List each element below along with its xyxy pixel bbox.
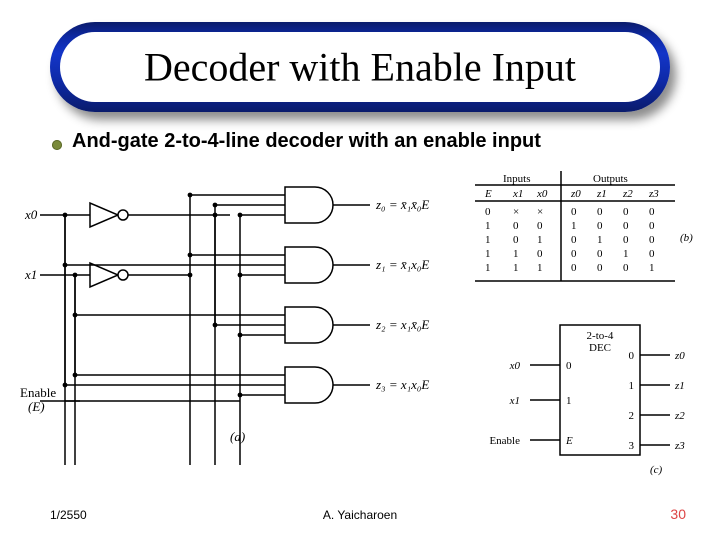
and-gate-icon [73, 307, 370, 343]
svg-text:×: × [513, 206, 519, 218]
svg-text:0: 0 [513, 234, 519, 246]
title-banner: Decoder with Enable Input [50, 22, 670, 112]
svg-text:1: 1 [513, 248, 519, 260]
svg-text:0: 0 [571, 248, 577, 260]
svg-text:0: 0 [649, 248, 655, 260]
svg-text:0: 0 [649, 220, 655, 232]
table-rows: 0 × × 0 0 0 0 1 0 0 1 0 0 0 1 0 1 0 1 0 0 1 1 0 0 0 1 0 1 1 1 0 0 0 1 [485, 206, 655, 274]
svg-text:1: 1 [597, 234, 603, 246]
port-label: x0 [509, 360, 521, 372]
footer-date: 1/2550 [50, 508, 87, 522]
port-index: 1 [566, 395, 572, 407]
and-gate-icon [63, 367, 370, 403]
svg-text:1: 1 [485, 234, 491, 246]
input-label-x1: x1 [24, 267, 37, 282]
svg-text:1: 1 [649, 262, 655, 274]
footer-page-number: 30 [670, 506, 686, 522]
port-index: 1 [629, 380, 635, 392]
truth-table: Inputs Outputs E x1 x0 z0 z1 z2 z3 0××00… [475, 171, 693, 281]
svg-text:0: 0 [537, 220, 543, 232]
block-title-line1: 2-to-4 [587, 330, 614, 342]
bullet-icon [52, 140, 62, 150]
table-header-outputs: Outputs [593, 173, 628, 185]
output-expr-z2: z₂ = x₁x̄₀E [375, 317, 429, 332]
svg-text:0: 0 [571, 234, 577, 246]
svg-text:0: 0 [571, 206, 577, 218]
svg-text:0: 0 [623, 234, 629, 246]
svg-text:1: 1 [485, 262, 491, 274]
output-expr-z3: z₃ = x₁x₀E [375, 377, 429, 392]
svg-text:×: × [537, 206, 543, 218]
slide-subtitle: And-gate 2-to-4-line decoder with an ena… [72, 130, 541, 153]
output-expr-z1: z₁ = x̄₁x₀E [375, 257, 429, 272]
svg-text:0: 0 [649, 206, 655, 218]
port-label: z0 [674, 350, 685, 362]
th: z2 [622, 188, 633, 200]
port-label: z3 [674, 440, 685, 452]
port-index: E [565, 435, 573, 447]
not-bubble-icon [118, 210, 128, 220]
not-gate-icon [90, 203, 118, 227]
footer-author: A. Yaicharoen [323, 508, 397, 522]
output-expr-z0: z₀ = x̄₁x̄₀E [375, 197, 429, 212]
svg-text:0: 0 [513, 220, 519, 232]
svg-text:0: 0 [649, 234, 655, 246]
svg-text:1: 1 [537, 262, 543, 274]
svg-text:0: 0 [485, 206, 491, 218]
svg-text:0: 0 [623, 206, 629, 218]
svg-text:0: 0 [597, 262, 603, 274]
port-index: 2 [629, 410, 635, 422]
diagram-figure: x0 x1 Enable (E) [20, 165, 700, 495]
svg-text:0: 0 [623, 220, 629, 232]
part-label-b: (b) [680, 232, 693, 244]
slide-title: Decoder with Enable Input [50, 44, 670, 91]
part-label-c: (c) [650, 464, 663, 476]
port-label: z2 [674, 410, 685, 422]
table-header-inputs: Inputs [503, 173, 531, 185]
th: x0 [536, 188, 548, 200]
svg-text:0: 0 [597, 220, 603, 232]
circuit-diagram: x0 x1 Enable (E) [20, 187, 429, 465]
part-label-a: (a) [230, 429, 245, 444]
not-gate-icon [90, 263, 118, 287]
svg-text:0: 0 [623, 262, 629, 274]
svg-text:1: 1 [537, 234, 543, 246]
th: E [484, 188, 492, 200]
svg-text:1: 1 [623, 248, 629, 260]
block-title-line2: DEC [589, 342, 611, 354]
svg-text:1: 1 [485, 220, 491, 232]
port-index: 0 [566, 360, 572, 372]
enable-label: Enable [20, 385, 56, 400]
input-label-x0: x0 [24, 207, 38, 222]
port-index: 3 [629, 440, 635, 452]
port-label: Enable [489, 435, 520, 447]
not-bubble-icon [118, 270, 128, 280]
svg-text:0: 0 [571, 262, 577, 274]
th: z1 [596, 188, 607, 200]
svg-text:1: 1 [513, 262, 519, 274]
th: z0 [570, 188, 581, 200]
block-symbol: 2-to-4 DEC x0 0 x1 1 Enable E 0 z0 1 z1 2 z2 3… [489, 325, 685, 476]
port-label: z1 [674, 380, 685, 392]
th: x1 [512, 188, 523, 200]
svg-text:0: 0 [597, 206, 603, 218]
port-label: x1 [509, 395, 520, 407]
port-index: 0 [629, 350, 635, 362]
svg-text:0: 0 [597, 248, 603, 260]
svg-text:1: 1 [571, 220, 577, 232]
svg-text:1: 1 [485, 248, 491, 260]
svg-text:0: 0 [537, 248, 543, 260]
th: z3 [648, 188, 659, 200]
